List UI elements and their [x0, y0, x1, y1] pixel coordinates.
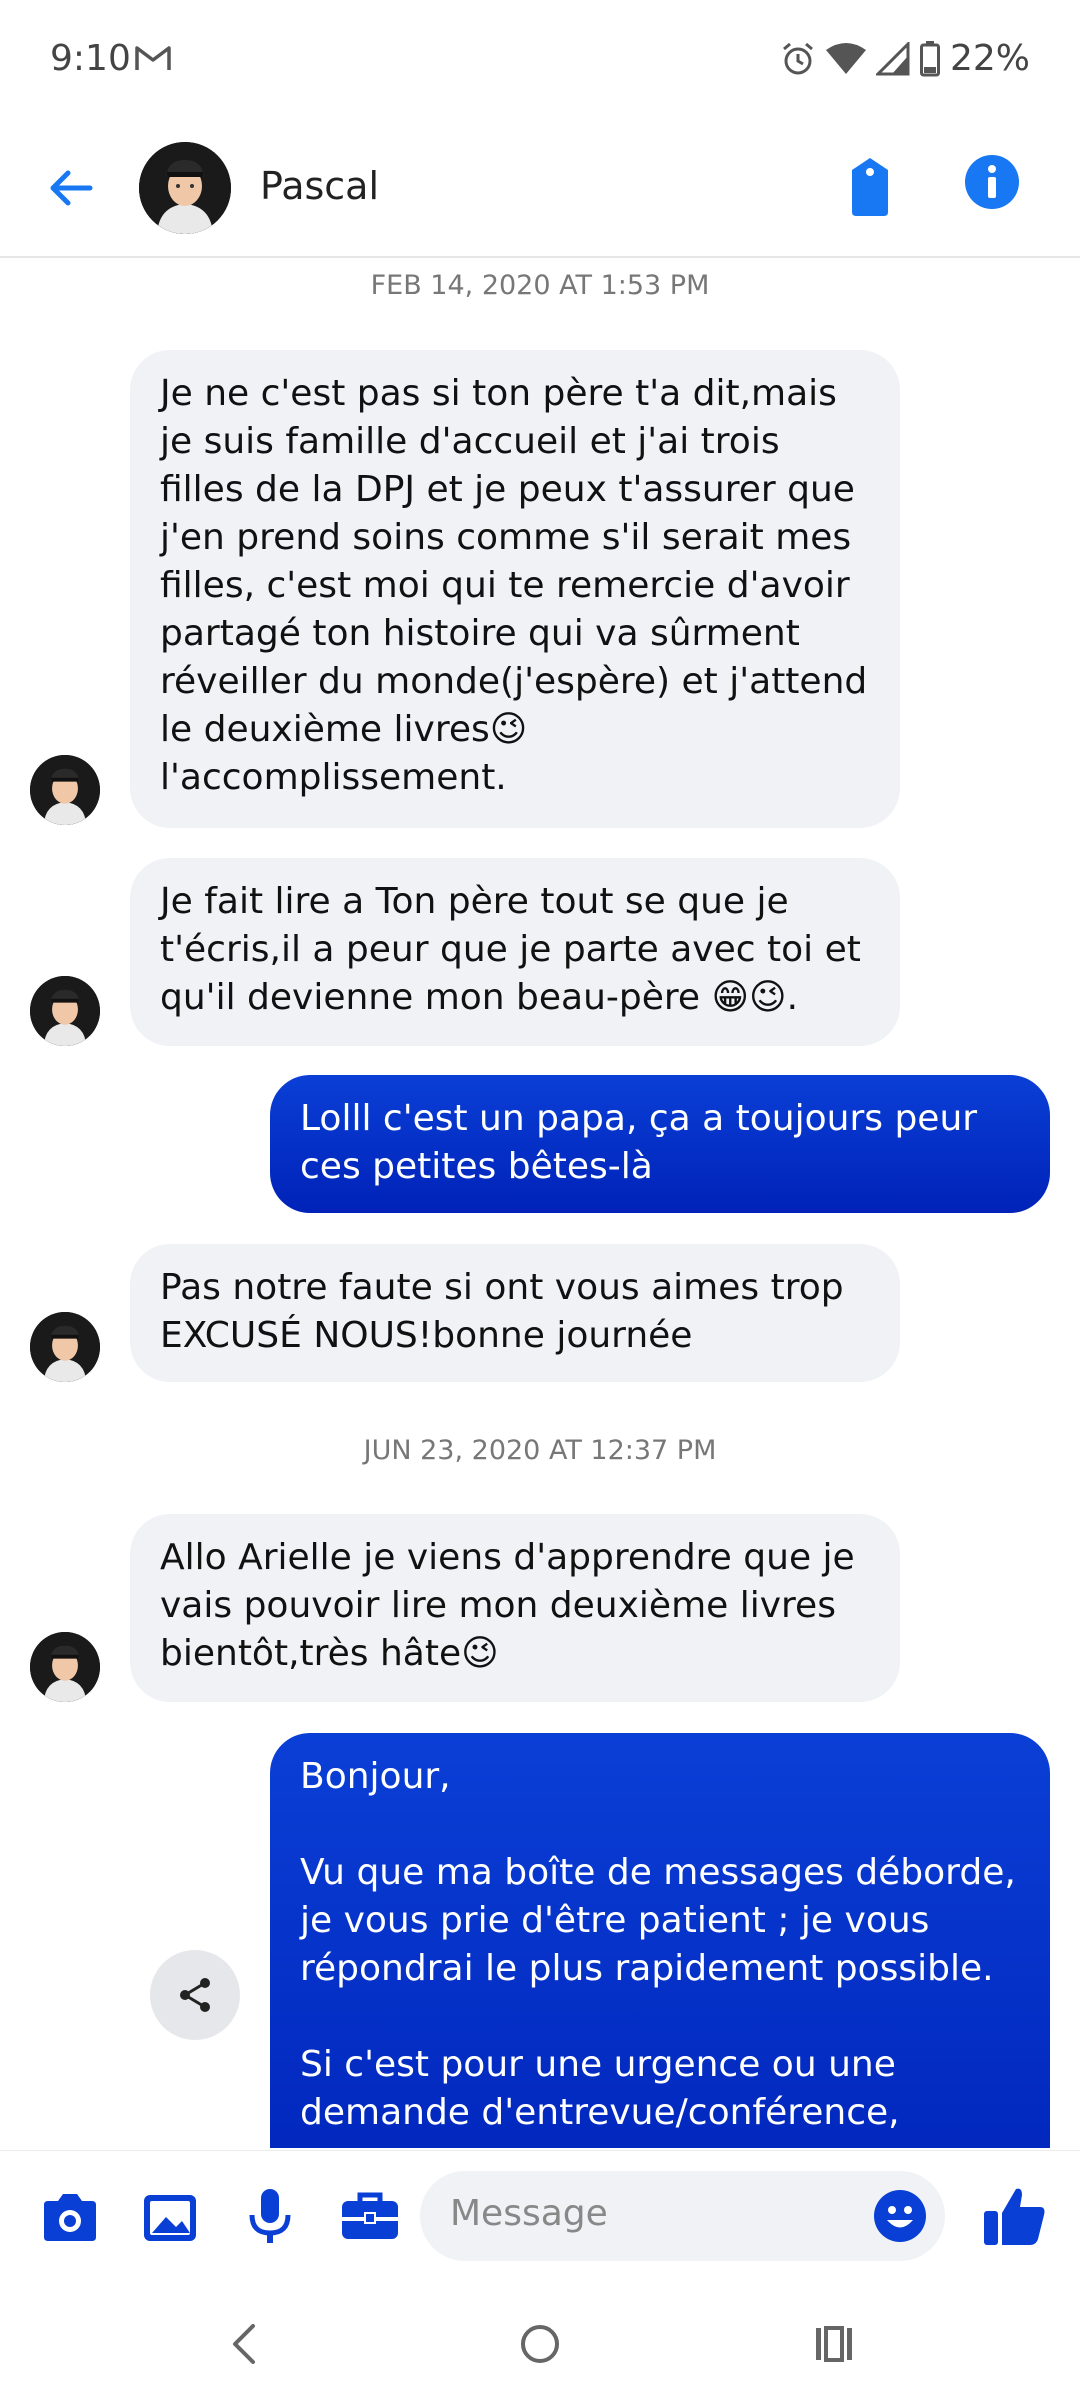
status-bar: 9:10 22% [0, 0, 1080, 128]
home-nav-icon[interactable] [510, 2314, 570, 2374]
message-list[interactable]: FEB 14, 2020 AT 1:53 PM Je ne c'est pas … [0, 258, 1080, 2148]
avatar-illustration [30, 976, 100, 1046]
battery-percent: 22% [949, 38, 1030, 79]
status-icons: 22% [780, 38, 1030, 79]
conversation-header: Pascal [0, 128, 1080, 258]
signal-icon [875, 41, 910, 75]
incoming-message[interactable]: Je ne c'est pas si ton père t'a dit,mais… [130, 350, 900, 828]
incoming-message[interactable]: Je fait lire a Ton père tout se que je t… [130, 858, 900, 1046]
camera-icon[interactable] [38, 2185, 102, 2249]
incoming-message[interactable]: Pas notre faute si ont vous aimes trop E… [130, 1244, 900, 1382]
avatar-illustration [30, 755, 100, 825]
thumbs-up-icon[interactable] [980, 2181, 1050, 2251]
wifi-icon [825, 42, 866, 74]
message-input[interactable]: Message [420, 2171, 945, 2261]
info-icon[interactable] [964, 154, 1020, 210]
sender-avatar[interactable] [30, 1312, 100, 1382]
sender-avatar[interactable] [30, 976, 100, 1046]
contact-avatar[interactable] [139, 142, 231, 234]
timestamp: JUN 23, 2020 AT 12:37 PM [363, 1435, 717, 1466]
share-button[interactable] [150, 1950, 240, 2040]
message-placeholder: Message [450, 2193, 608, 2234]
contact-name[interactable]: Pascal [260, 164, 379, 208]
avatar-illustration [30, 1632, 100, 1702]
avatar-illustration [30, 1312, 100, 1382]
system-navigation-bar [0, 2280, 1080, 2400]
avatar-illustration [139, 142, 231, 234]
battery-icon [919, 40, 940, 76]
sender-avatar[interactable] [30, 755, 100, 825]
timestamp: FEB 14, 2020 AT 1:53 PM [370, 270, 710, 301]
briefcase-icon[interactable] [338, 2185, 402, 2249]
sender-avatar[interactable] [30, 1632, 100, 1702]
composer-bar: Message [0, 2150, 1080, 2281]
gmail-icon [135, 46, 171, 70]
recents-nav-icon[interactable] [804, 2314, 864, 2374]
share-icon [180, 1978, 210, 2012]
microphone-icon[interactable] [238, 2185, 302, 2249]
emoji-icon[interactable] [873, 2189, 927, 2243]
outgoing-message[interactable]: Bonjour, Vu que ma boîte de messages déb… [270, 1733, 1050, 2148]
gallery-icon[interactable] [138, 2185, 202, 2249]
alarm-icon [783, 42, 813, 74]
outgoing-message[interactable]: Lolll c'est un papa, ça a toujours peur … [270, 1075, 1050, 1213]
incoming-message[interactable]: Allo Arielle je viens d'apprendre que je… [130, 1514, 900, 1702]
back-nav-icon[interactable] [215, 2314, 275, 2374]
status-time: 9:10 [50, 38, 131, 79]
back-arrow-icon[interactable] [42, 158, 102, 218]
tag-icon[interactable] [840, 154, 900, 218]
